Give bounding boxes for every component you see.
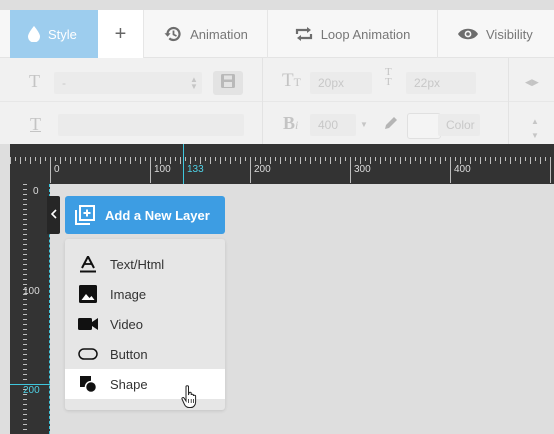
v-ruler-current-position: 200 — [23, 385, 40, 396]
vertical-ruler: 0 100 200 — [10, 184, 50, 434]
shape-icon — [65, 375, 110, 393]
font-family-select[interactable]: - — [54, 72, 202, 94]
h-ruler-label: 0 — [54, 164, 60, 175]
toolbar-row-divider — [0, 101, 554, 102]
v-ruler-label: 0 — [33, 186, 39, 197]
color-label: Color — [446, 118, 475, 132]
menu-item-image[interactable]: Image — [65, 279, 225, 309]
menu-item-label: Shape — [110, 376, 148, 392]
menu-item-label: Button — [110, 346, 148, 362]
line-height-icon: TT — [385, 66, 392, 88]
droplet-icon — [28, 26, 40, 42]
font-size-icon: TT — [282, 70, 301, 91]
add-new-layer-label: Add a New Layer — [105, 207, 210, 223]
font-size-value: 20px — [318, 76, 345, 90]
font-weight-select[interactable]: 400 — [310, 114, 356, 136]
select-arrows-icon: ▲ ▼ — [190, 75, 198, 91]
toolbar-divider — [262, 58, 263, 144]
save-template-button[interactable] — [213, 71, 243, 95]
tab-loop-animation[interactable]: Loop Animation — [268, 10, 438, 58]
color-swatch[interactable] — [407, 113, 441, 139]
text-transform-icon: T — [30, 114, 41, 134]
style-toolbar: T - ▲ ▼ TT 20px TT 22px ◀▶ T Bi 400 ▼ Col… — [0, 58, 554, 144]
plus-icon: + — [114, 22, 127, 45]
horizontal-arrows-icon: ◀▶ — [525, 77, 539, 87]
line-height-value: 22px — [414, 76, 441, 90]
dropdown-arrow-icon: ▼ — [360, 120, 368, 129]
video-icon — [65, 318, 110, 330]
line-height-input[interactable]: 22px — [406, 72, 476, 94]
vertical-ruler-ticks — [10, 184, 50, 430]
hand-pointer-icon — [181, 385, 199, 414]
button-icon — [65, 348, 110, 360]
tab-animation[interactable]: Animation — [145, 10, 268, 58]
menu-item-label: Image — [110, 286, 147, 302]
horizontal-ruler-ticks — [10, 144, 551, 184]
pencil-icon — [384, 116, 398, 135]
collapse-panel-button[interactable] — [47, 196, 60, 234]
horizontal-ruler: 0 100 133 200 300 400 — [10, 144, 554, 184]
add-layer-menu: Text/Html Image Video Button Shape — [65, 239, 225, 410]
add-new-layer-button[interactable]: Add a New Layer — [65, 196, 225, 234]
h-ruler-current-position: 133 — [187, 164, 204, 175]
history-icon — [164, 25, 182, 43]
floppy-icon — [221, 73, 235, 93]
tab-loop-animation-label: Loop Animation — [320, 26, 411, 42]
h-ruler-label: 400 — [454, 164, 471, 175]
text-transform-select[interactable] — [58, 114, 244, 136]
tab-visibility-label: Visibility — [486, 26, 533, 42]
text-icon — [65, 255, 110, 273]
menu-item-label: Video — [110, 316, 144, 332]
menu-item-text-html[interactable]: Text/Html — [65, 249, 225, 279]
font-family-icon: T — [29, 71, 40, 91]
font-weight-icon: Bi — [283, 113, 299, 133]
menu-item-button[interactable]: Button — [65, 339, 225, 369]
tab-style[interactable]: Style — [10, 10, 98, 58]
add-layer-icon — [75, 205, 95, 225]
top-strip — [0, 0, 554, 10]
tab-visibility[interactable]: Visibility — [438, 10, 554, 58]
tab-style-label: Style — [48, 26, 77, 42]
loop-icon — [295, 27, 313, 41]
tab-animation-label: Animation — [190, 26, 248, 42]
h-ruler-label: 100 — [154, 164, 171, 175]
image-icon — [65, 285, 110, 303]
tab-bar: Style + Animation Loop Animation Visibil… — [0, 0, 554, 58]
menu-item-shape[interactable]: Shape — [65, 369, 225, 399]
tab-add-style[interactable]: + — [98, 10, 144, 58]
menu-item-video[interactable]: Video — [65, 309, 225, 339]
chevron-left-icon — [50, 208, 57, 222]
eye-icon — [458, 28, 478, 40]
v-ruler-label: 100 — [23, 286, 40, 297]
font-family-value: - — [62, 76, 66, 90]
font-size-input[interactable]: 20px — [310, 72, 372, 94]
font-weight-value: 400 — [318, 118, 339, 132]
toolbar-divider — [508, 58, 509, 144]
h-ruler-label: 200 — [254, 164, 271, 175]
vertical-arrows-icon: ▲ ▼ — [531, 117, 539, 140]
menu-item-label: Text/Html — [110, 256, 165, 272]
h-ruler-label: 300 — [354, 164, 371, 175]
color-input[interactable]: Color — [438, 114, 480, 136]
